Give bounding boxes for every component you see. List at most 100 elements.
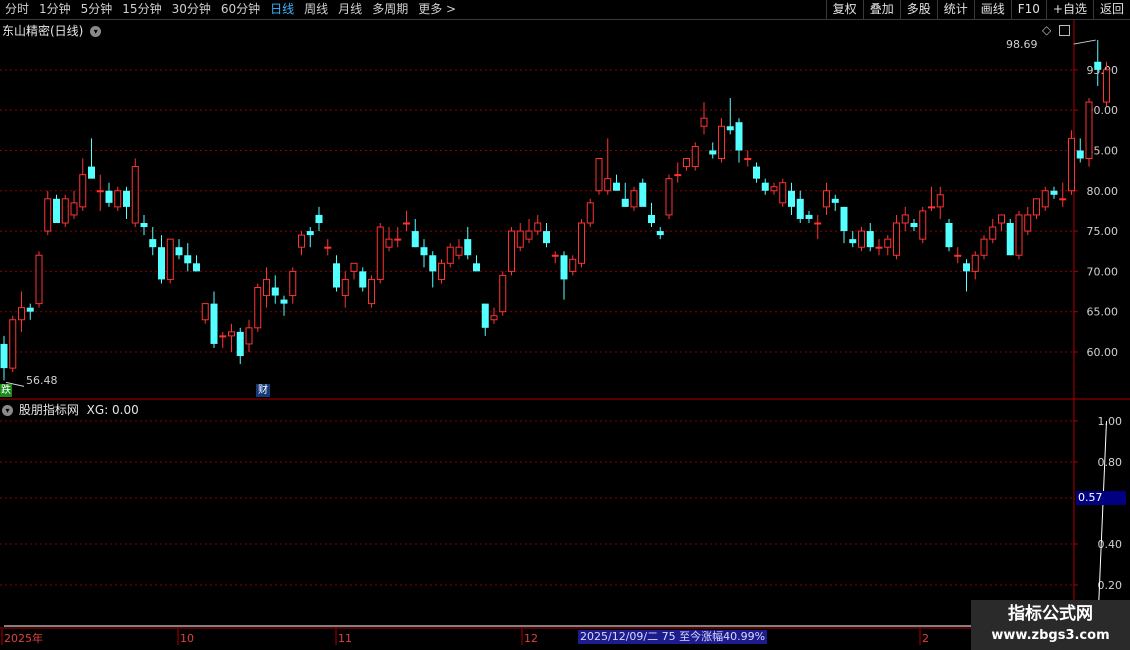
- finance-marker[interactable]: 财: [256, 384, 270, 397]
- diamond-icon[interactable]: ◇: [1042, 23, 1051, 37]
- candle-body-down: [280, 299, 288, 304]
- candle-body-down: [236, 331, 244, 357]
- candle-body-up: [18, 307, 25, 321]
- candle-body-down: [140, 223, 148, 228]
- price-tick-label: 60.00: [1087, 346, 1119, 359]
- candle-body-down: [543, 231, 550, 244]
- candle-body-down: [639, 182, 647, 207]
- candle-body-down: [788, 190, 795, 207]
- candle-body-up: [954, 254, 962, 257]
- candle-body-down: [411, 231, 419, 248]
- candle-body-up: [263, 278, 270, 297]
- indicator-tick-label: 0.20: [1098, 579, 1123, 592]
- candle-body-up: [1068, 137, 1075, 192]
- candle-body-up: [394, 238, 402, 241]
- candle-body-up: [96, 190, 104, 193]
- candle-body-up: [569, 258, 577, 272]
- candle-body-down: [175, 247, 183, 256]
- indicator-tick-label: 1.00: [1098, 415, 1123, 428]
- candle-body-up: [665, 178, 673, 216]
- candle-body-up: [44, 198, 52, 232]
- candle-body-up: [9, 319, 17, 369]
- candle-body-up: [718, 125, 725, 159]
- candle-body-down: [210, 303, 218, 344]
- candle-body-down: [866, 231, 874, 248]
- candle-body-up: [1041, 190, 1049, 208]
- candle-body-up: [691, 145, 699, 168]
- candle-body-up: [998, 214, 1005, 224]
- candle-body-up: [700, 117, 708, 127]
- candle-body-down: [726, 126, 734, 131]
- candle-body-up: [893, 222, 900, 256]
- candle-body-up: [586, 202, 594, 224]
- candle-body-down: [481, 303, 489, 328]
- candle-body-up: [35, 254, 43, 305]
- stock-title[interactable]: 东山精密(日线): [2, 24, 83, 38]
- candle-body-up: [446, 246, 454, 264]
- price-tick-label: 80.00: [1087, 185, 1119, 198]
- candle-body-up: [551, 254, 559, 257]
- candle-body-up: [61, 198, 69, 224]
- indicator-title-group: ▾ 股朋指标网 XG: 0.00: [2, 401, 139, 418]
- candle-body-up: [228, 331, 235, 337]
- candle-body-up: [779, 182, 787, 204]
- title-dropdown-icon[interactable]: ▾: [90, 26, 102, 37]
- candle-body-down: [560, 255, 568, 280]
- candle-body-up: [324, 246, 332, 249]
- indicator-title[interactable]: 股朋指标网: [19, 403, 79, 417]
- indicator-current-value: 0.57: [1076, 491, 1126, 505]
- candle-body-up: [901, 214, 909, 224]
- candle-body-down: [910, 223, 918, 228]
- candle-body-up: [1059, 198, 1067, 201]
- candle-body-up: [936, 194, 944, 208]
- corner-icons: ◇: [1042, 23, 1071, 37]
- candle-body-down: [464, 239, 472, 256]
- candle-body-up: [525, 230, 533, 240]
- candle-body-up: [368, 278, 375, 305]
- candle-body-up: [919, 210, 927, 240]
- candle-body-up: [289, 270, 297, 297]
- candle-body-down: [420, 247, 428, 256]
- candle-body-up: [875, 246, 883, 249]
- candle-body-up: [534, 222, 542, 232]
- high-price-label: 98.69: [1006, 38, 1038, 51]
- watermark-url: www.zbgs3.com: [991, 628, 1110, 643]
- candle-body-up: [254, 287, 262, 329]
- candle-body-up: [683, 158, 690, 168]
- candle-body-down: [1050, 190, 1058, 195]
- candle-body-up: [989, 226, 997, 240]
- candle-body-down: [945, 223, 953, 248]
- candle-body-down: [613, 182, 620, 191]
- chart-area[interactable]: 60.0065.0070.0075.0080.0085.0090.0095.00…: [0, 0, 1130, 650]
- candle-body-up: [928, 206, 935, 209]
- candle-body-down: [184, 255, 192, 264]
- window-icon[interactable]: [1059, 25, 1071, 36]
- candle-body-up: [508, 230, 515, 272]
- date-label: 2: [922, 632, 929, 645]
- candle-body-down: [735, 122, 743, 151]
- candle-body-up: [201, 303, 209, 321]
- date-label: 12: [524, 632, 538, 645]
- date-label: 11: [338, 632, 352, 645]
- candle-body-down: [753, 166, 760, 179]
- candle-body-up: [674, 174, 682, 177]
- candle-body-down: [105, 190, 113, 203]
- candle-body-up: [630, 190, 638, 208]
- price-tick-label: 70.00: [1087, 265, 1119, 278]
- candle-body-up: [578, 222, 585, 264]
- indicator-dropdown-icon[interactable]: ▾: [2, 405, 13, 416]
- candle-body-up: [341, 278, 349, 297]
- candle-body-down: [840, 206, 848, 232]
- candle-body-up: [166, 238, 174, 280]
- candle-body-down: [88, 166, 95, 179]
- candle-body-down: [805, 214, 813, 219]
- candle-body-up: [595, 158, 603, 192]
- candle-body-up: [219, 335, 227, 338]
- candle-body-down: [1076, 150, 1084, 159]
- candle-body-up: [1033, 198, 1040, 216]
- candle-body-up: [298, 234, 305, 248]
- candle-body-down: [1094, 61, 1102, 70]
- candle-body-up: [1024, 214, 1032, 232]
- candle-body-up: [385, 238, 393, 248]
- candle-body-up: [884, 238, 892, 248]
